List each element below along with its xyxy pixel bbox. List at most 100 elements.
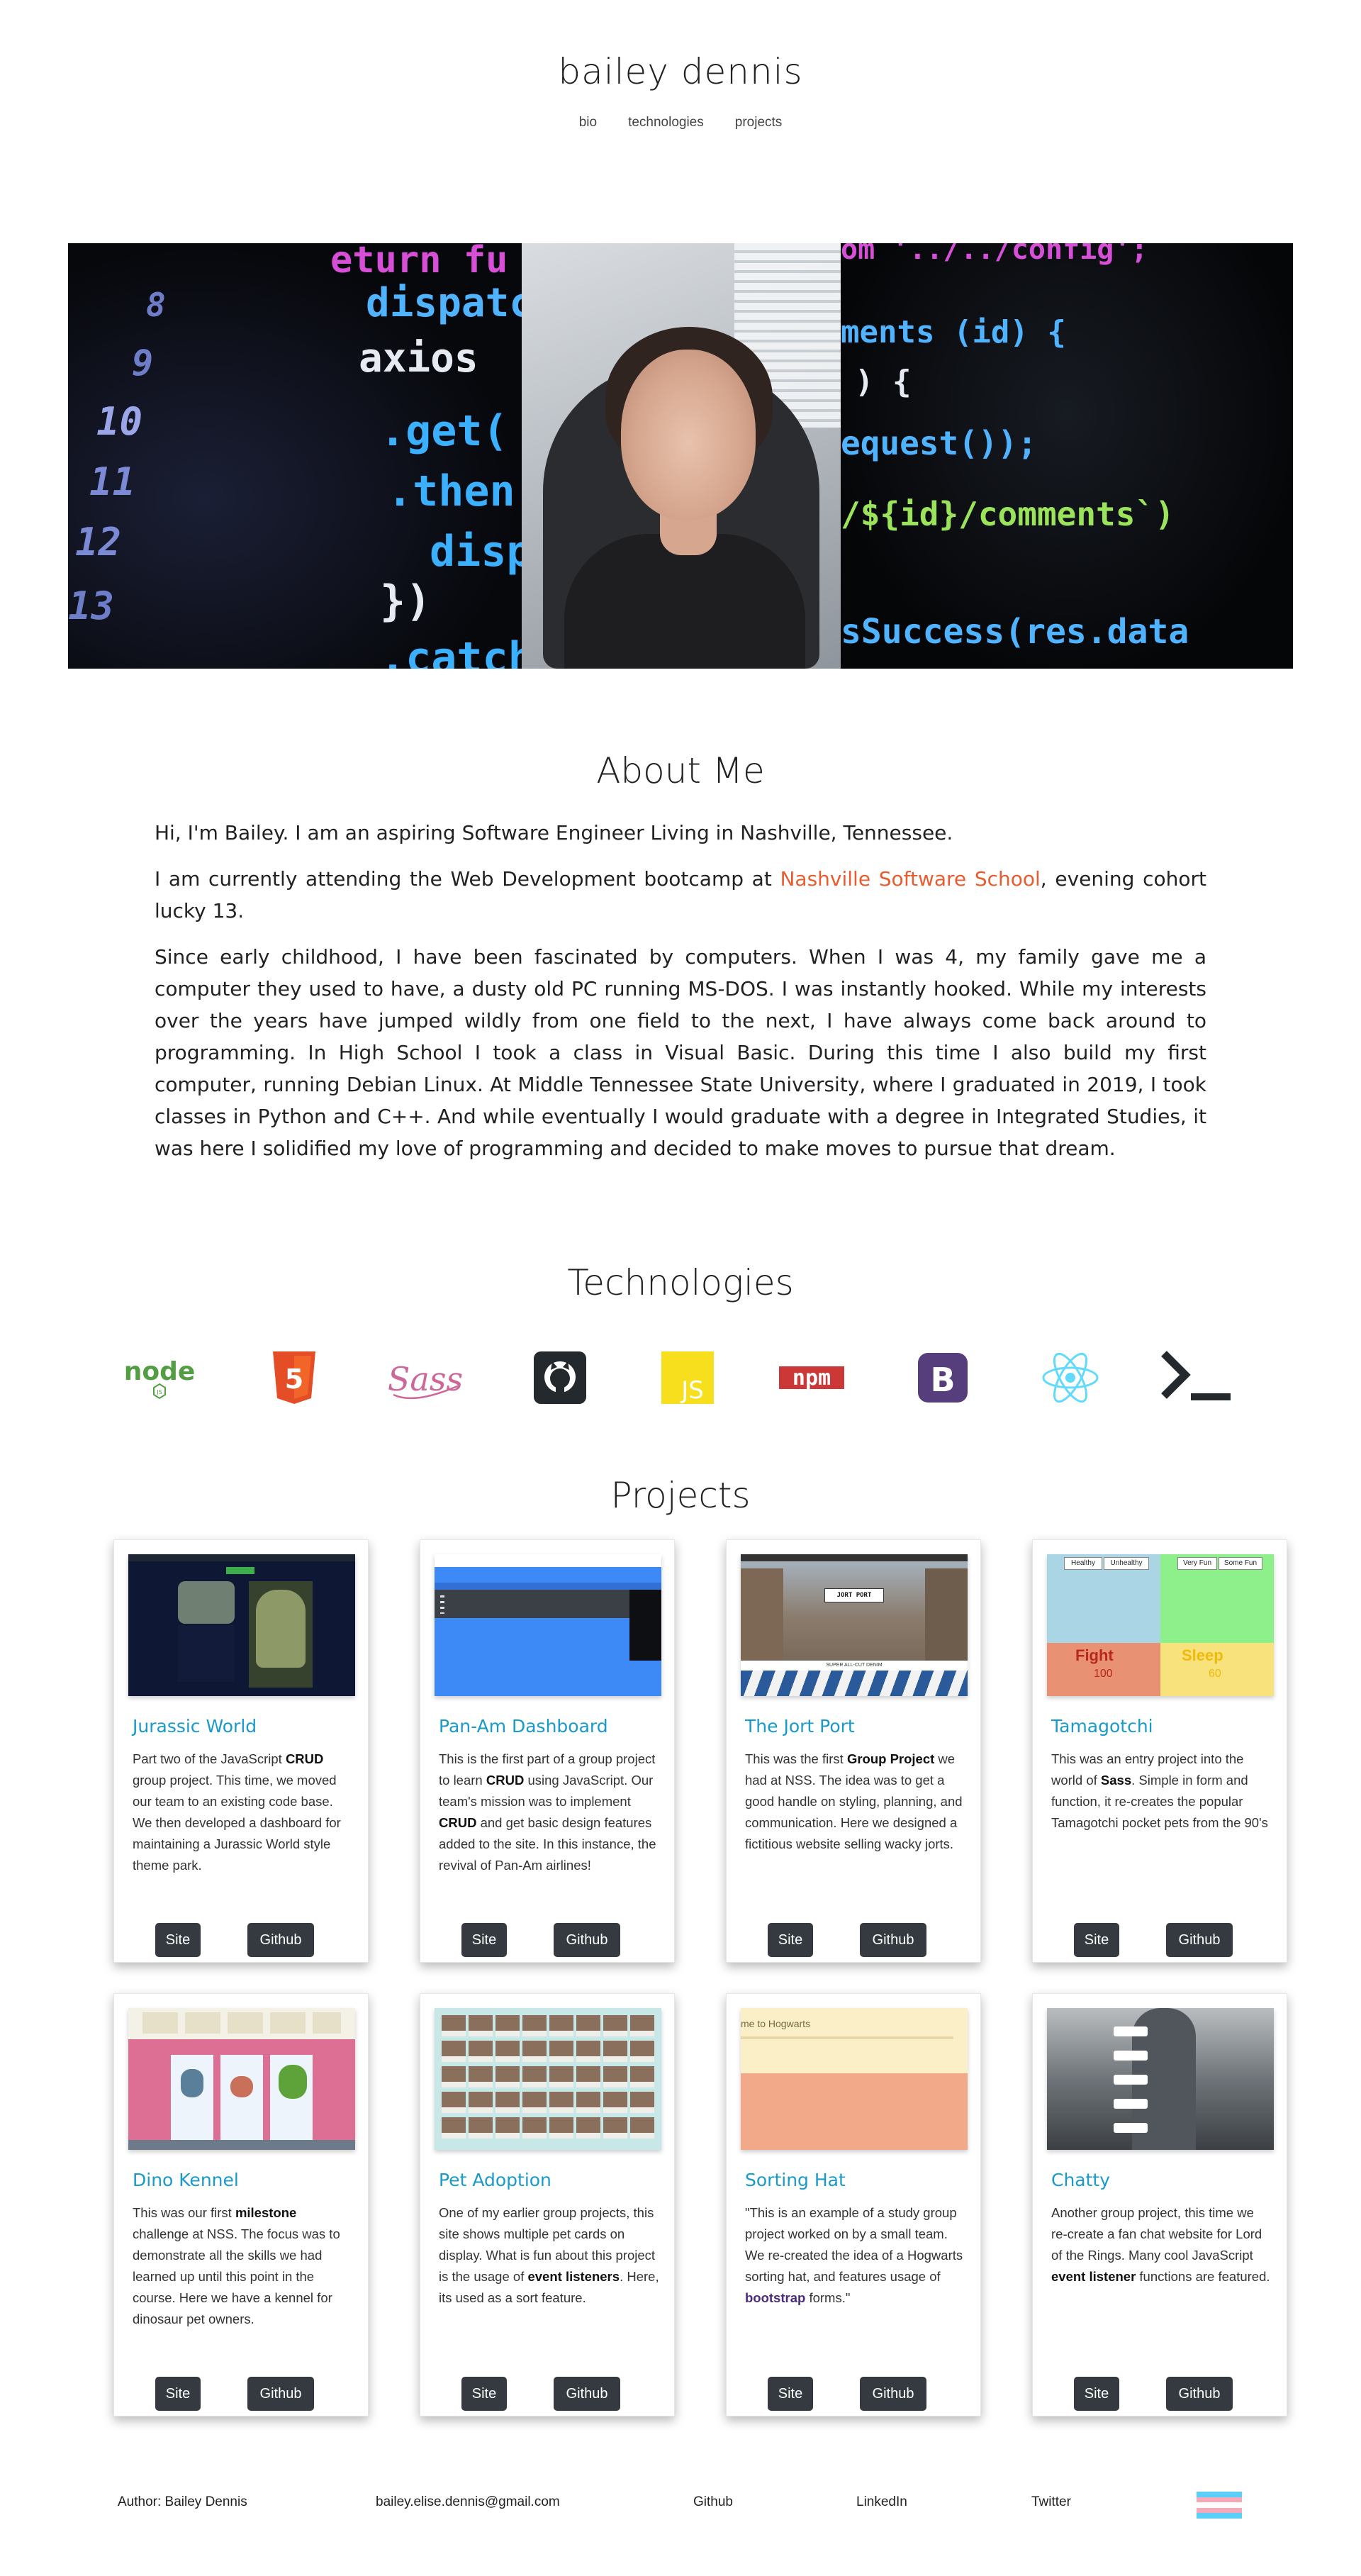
svg-text:node: node bbox=[124, 1357, 196, 1386]
project-card-dino-kennel: Dino Kennel This was our first milestone… bbox=[113, 1993, 369, 2416]
project-thumbnail bbox=[435, 1554, 661, 1696]
code-text: equest()); bbox=[841, 424, 1037, 462]
footer-github-link[interactable]: Github bbox=[693, 2494, 733, 2510]
line-number: 10 bbox=[96, 399, 143, 444]
project-description: Another group project, this time we re-c… bbox=[1051, 2205, 1270, 2284]
line-number: 9 bbox=[132, 342, 154, 384]
footer-email-link[interactable]: bailey.elise.dennis@gmail.com bbox=[376, 2494, 560, 2510]
project-thumbnail bbox=[128, 2008, 355, 2150]
project-thumbnail bbox=[435, 2008, 661, 2150]
github-button[interactable]: Github bbox=[1166, 2377, 1233, 2411]
hero-banner: eturn fu 8 9 10 11 12 13 dispatc axios .… bbox=[68, 243, 1293, 669]
site-button[interactable]: Site bbox=[461, 2377, 507, 2411]
footer-linkedin-link[interactable]: LinkedIn bbox=[856, 2494, 907, 2510]
line-number: 11 bbox=[89, 459, 136, 504]
project-thumbnail bbox=[128, 1554, 355, 1696]
project-description: One of my earlier group projects, this s… bbox=[439, 2205, 659, 2305]
site-button[interactable]: Site bbox=[768, 2377, 813, 2411]
hero-code-image-right: om '../../config'; ments (id) { ) { eque… bbox=[841, 243, 1293, 669]
svg-text:B: B bbox=[930, 1361, 955, 1399]
github-icon bbox=[521, 1342, 599, 1413]
project-description: This is the first part of a group projec… bbox=[439, 1751, 656, 1873]
project-title: Jurassic World bbox=[133, 1716, 257, 1736]
node-icon: node JS bbox=[121, 1342, 198, 1413]
project-card-jort-port: JORT PORT SUPER ALL-CUT DENIM The Jort P… bbox=[726, 1539, 981, 1963]
html5-icon: 5 bbox=[255, 1342, 333, 1413]
svg-text:JS: JS bbox=[156, 1389, 162, 1395]
code-text: dispatc bbox=[366, 280, 522, 326]
code-text: ments (id) { bbox=[841, 314, 1066, 350]
project-title: Tamagotchi bbox=[1051, 1716, 1153, 1736]
code-text: axios bbox=[359, 335, 478, 381]
footer-author: Author: Bailey Dennis bbox=[118, 2494, 247, 2509]
main-nav: bio technologies projects bbox=[0, 115, 1361, 130]
about-paragraph-1: Hi, I'm Bailey. I am an aspiring Softwar… bbox=[155, 821, 953, 844]
about-heading: About Me bbox=[596, 750, 765, 791]
projects-heading: Projects bbox=[610, 1475, 751, 1516]
site-button[interactable]: Site bbox=[1074, 2377, 1119, 2411]
project-card-tamagotchi: Healthy Unhealthy Very Fun Some Fun Figh… bbox=[1032, 1539, 1287, 1963]
project-thumbnail: Healthy Unhealthy Very Fun Some Fun Figh… bbox=[1047, 1554, 1274, 1696]
project-card-pan-am-dashboard: Pan-Am Dashboard This is the first part … bbox=[420, 1539, 675, 1963]
site-button[interactable]: Site bbox=[155, 2377, 201, 2411]
project-thumbnail bbox=[1047, 2008, 1274, 2150]
project-description: This was our first milestone challenge a… bbox=[133, 2205, 340, 2326]
line-number: 12 bbox=[75, 520, 122, 564]
project-card-jurassic-world: Jurassic World Part two of the JavaScrip… bbox=[113, 1539, 369, 1963]
trans-flag-icon bbox=[1197, 2492, 1242, 2519]
code-text: ) { bbox=[855, 364, 912, 400]
github-button[interactable]: Github bbox=[860, 2377, 926, 2411]
code-text: .get( bbox=[380, 406, 508, 456]
bootstrap-icon: B bbox=[904, 1342, 982, 1413]
nav-technologies[interactable]: technologies bbox=[628, 115, 704, 130]
github-button[interactable]: Github bbox=[554, 1923, 620, 1957]
nss-link[interactable]: Nashville Software School bbox=[780, 867, 1040, 891]
site-button[interactable]: Site bbox=[155, 1923, 201, 1957]
about-paragraph-3: Since early childhood, I have been fasci… bbox=[155, 945, 1206, 1160]
npm-icon: npm bbox=[773, 1342, 851, 1413]
github-button[interactable]: Github bbox=[247, 2377, 314, 2411]
code-text: }) bbox=[380, 576, 432, 626]
code-text: .then( bbox=[387, 467, 522, 516]
project-title: The Jort Port bbox=[745, 1716, 855, 1736]
react-icon bbox=[1031, 1342, 1109, 1413]
project-title: Pan-Am Dashboard bbox=[439, 1716, 608, 1736]
project-description: "This is an example of a study group pro… bbox=[745, 2205, 963, 2305]
project-card-sorting-hat: me to Hogwarts Sorting Hat "This is an e… bbox=[726, 1993, 981, 2416]
svg-text:5: 5 bbox=[285, 1364, 303, 1395]
github-button[interactable]: Github bbox=[247, 1923, 314, 1957]
footer: Author: Bailey Dennis bailey.elise.denni… bbox=[0, 2487, 1361, 2519]
svg-text:JS: JS bbox=[680, 1376, 704, 1404]
line-number: 8 bbox=[146, 286, 166, 324]
technologies-heading: Technologies bbox=[567, 1262, 794, 1303]
about-text: Hi, I'm Bailey. I am an aspiring Softwar… bbox=[155, 817, 1206, 1178]
site-title: bailey dennis bbox=[558, 51, 803, 92]
github-button[interactable]: Github bbox=[554, 2377, 620, 2411]
footer-twitter-link[interactable]: Twitter bbox=[1031, 2494, 1071, 2510]
nav-bio[interactable]: bio bbox=[579, 115, 597, 130]
project-description: This was the first Group Project we had … bbox=[745, 1751, 963, 1851]
nav-projects[interactable]: projects bbox=[735, 115, 783, 130]
project-description: This was an entry project into the world… bbox=[1051, 1751, 1268, 1830]
project-description: Part two of the JavaScript CRUD group pr… bbox=[133, 1751, 341, 1873]
site-button[interactable]: Site bbox=[1074, 1923, 1119, 1957]
code-text: .catch bbox=[380, 633, 522, 669]
site-button[interactable]: Site bbox=[768, 1923, 813, 1957]
github-button[interactable]: Github bbox=[1166, 1923, 1233, 1957]
code-text: om '../../config'; bbox=[841, 243, 1148, 266]
project-card-chatty: Chatty Another group project, this time … bbox=[1032, 1993, 1287, 2416]
profile-photo bbox=[522, 243, 841, 669]
javascript-icon: JS bbox=[649, 1342, 727, 1413]
code-text: sSuccess(res.data bbox=[841, 612, 1189, 652]
project-title: Dino Kennel bbox=[133, 2170, 239, 2190]
code-text: eturn fu bbox=[330, 243, 508, 281]
github-button[interactable]: Github bbox=[860, 1923, 926, 1957]
terminal-icon bbox=[1157, 1342, 1235, 1413]
site-button[interactable]: Site bbox=[461, 1923, 507, 1957]
code-text: disp bbox=[430, 527, 522, 576]
project-title: Pet Adoption bbox=[439, 2170, 551, 2190]
svg-text:npm: npm bbox=[792, 1366, 831, 1390]
technologies-row: node JS 5 Sass JS npm B bbox=[121, 1342, 1240, 1413]
svg-text:Sass: Sass bbox=[388, 1360, 463, 1398]
sass-icon: Sass bbox=[386, 1342, 464, 1413]
